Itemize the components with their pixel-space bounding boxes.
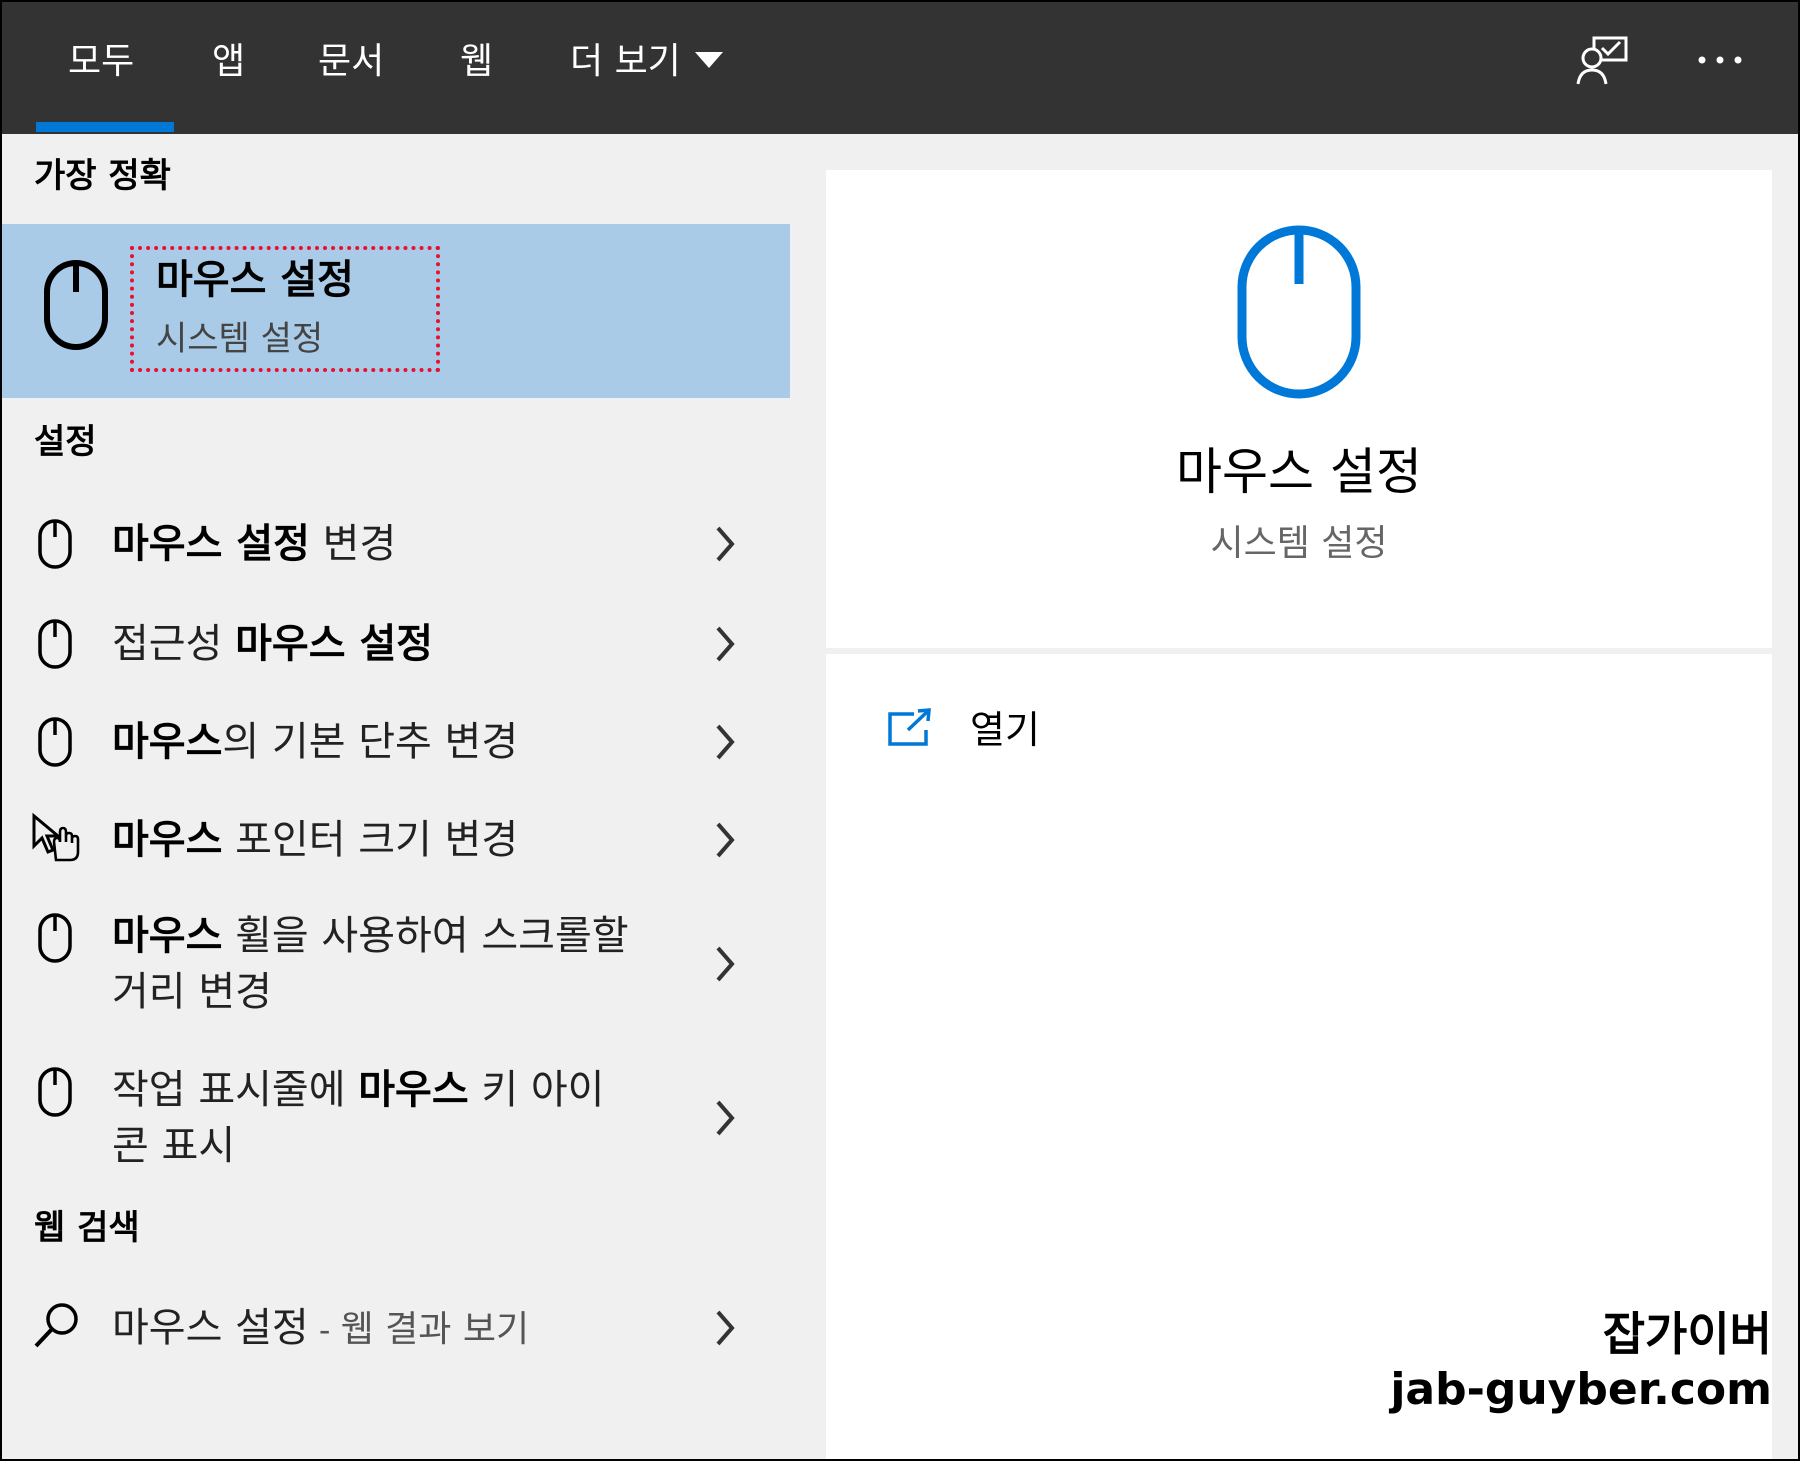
settings-result-item[interactable]: 작업 표시줄에 마우스 키 아이콘 표시	[2, 1054, 790, 1184]
settings-result-item[interactable]: 마우스의 기본 단추 변경	[2, 702, 790, 792]
chevron-right-icon	[716, 822, 735, 858]
chevron-right-icon	[716, 1310, 735, 1346]
open-external-icon	[888, 708, 931, 746]
match-text: 마우스	[358, 1067, 469, 1113]
web-suffix: 웹 결과 보기	[340, 1309, 530, 1350]
watermark: 잡가이버 jab-guyber.com	[1332, 1306, 1772, 1418]
mouse-icon	[38, 1067, 72, 1117]
pre-text: 작업 표시줄에	[112, 1067, 359, 1113]
web-query: 마우스 설정	[112, 1305, 309, 1351]
tab-web[interactable]: 웹	[460, 32, 493, 92]
mouse-icon	[44, 260, 108, 350]
mouse-icon	[38, 717, 72, 767]
match-text: 마우스 설정	[112, 521, 310, 567]
chevron-right-icon	[716, 1100, 735, 1136]
pointer-hand-icon	[32, 812, 80, 862]
open-button[interactable]: 열기	[886, 700, 1186, 764]
tab-web-label: 웹	[460, 41, 494, 82]
chevron-right-icon	[716, 946, 735, 982]
search-window: 모두 앱 문서 웹 더 보기 가장 정확 마우스 설정 시스템 설정 설정 마우…	[0, 0, 1800, 1461]
preview-title: 마우스 설정	[1176, 443, 1422, 501]
match-text: 마우스 설정	[235, 621, 434, 667]
web-search-label: 마우스 설정 - 웹 결과 보기	[112, 1300, 672, 1358]
tab-more-dropdown[interactable]: 더 보기	[570, 32, 723, 92]
settings-result-label: 마우스 포인터 크기 변경	[112, 812, 642, 868]
tab-more-label: 더 보기	[570, 41, 681, 82]
web-dash: -	[308, 1311, 341, 1349]
rest-text: 포인터 크기 변경	[222, 817, 519, 863]
chevron-right-icon	[716, 724, 735, 760]
best-match-subtitle: 시스템 설정	[156, 319, 324, 359]
chevron-right-icon	[716, 526, 735, 562]
section-web-search: 웹 검색	[34, 1208, 140, 1248]
feedback-icon[interactable]	[1576, 32, 1632, 88]
divider	[826, 648, 1772, 654]
mouse-icon	[1237, 225, 1361, 399]
chevron-right-icon	[716, 626, 735, 662]
tab-documents[interactable]: 문서	[318, 32, 384, 92]
rest-text: 변경	[309, 521, 397, 567]
match-text: 마우스	[112, 719, 223, 765]
match-text: 마우스	[112, 913, 223, 959]
best-match-result[interactable]: 마우스 설정 시스템 설정	[2, 224, 790, 398]
tab-apps[interactable]: 앱	[212, 32, 245, 92]
preview-subtitle: 시스템 설정	[1210, 523, 1388, 564]
settings-result-label: 접근성 마우스 설정	[112, 616, 642, 672]
search-icon	[34, 1303, 78, 1348]
watermark-line1: 잡가이버	[1602, 1307, 1772, 1361]
section-settings: 설정	[34, 422, 97, 462]
settings-result-label: 마우스 설정 변경	[112, 516, 642, 572]
results-pane: 가장 정확 마우스 설정 시스템 설정 설정 마우스 설정 변경 접근성 마우스…	[2, 134, 790, 1459]
tab-all[interactable]: 모두	[68, 32, 134, 92]
settings-result-label: 작업 표시줄에 마우스 키 아이콘 표시	[112, 1062, 632, 1174]
settings-result-item[interactable]: 마우스 설정 변경	[2, 504, 790, 594]
section-best-match: 가장 정확	[34, 156, 171, 196]
best-match-title: 마우스 설정	[156, 257, 354, 303]
tab-all-label: 모두	[68, 41, 135, 82]
search-filter-bar: 모두 앱 문서 웹 더 보기	[2, 2, 1798, 134]
mouse-icon	[38, 619, 72, 669]
preview-pane: 마우스 설정 시스템 설정 열기	[826, 170, 1772, 1459]
active-tab-indicator	[36, 122, 174, 132]
match-text: 마우스	[112, 817, 223, 863]
rest-text: 의 기본 단추 변경	[222, 719, 519, 765]
settings-result-item[interactable]: 접근성 마우스 설정	[2, 604, 790, 694]
mouse-icon	[38, 519, 72, 569]
mouse-icon	[38, 913, 72, 963]
settings-result-item[interactable]: 마우스 포인터 크기 변경	[2, 800, 790, 890]
web-search-result[interactable]: 마우스 설정 - 웹 결과 보기	[2, 1288, 790, 1378]
open-label: 열기	[970, 708, 1040, 752]
watermark-line2: jab-guyber.com	[1390, 1364, 1772, 1415]
pre-text: 접근성	[112, 621, 236, 667]
caret-down-icon	[694, 52, 723, 68]
tab-apps-label: 앱	[212, 41, 246, 82]
settings-result-label: 마우스 휠을 사용하여 스크롤할 거리 변경	[112, 908, 632, 1020]
more-options-icon[interactable]	[1692, 32, 1748, 88]
settings-result-item[interactable]: 마우스 휠을 사용하여 스크롤할 거리 변경	[2, 900, 790, 1030]
settings-result-label: 마우스의 기본 단추 변경	[112, 714, 642, 770]
tab-documents-label: 문서	[318, 41, 385, 82]
